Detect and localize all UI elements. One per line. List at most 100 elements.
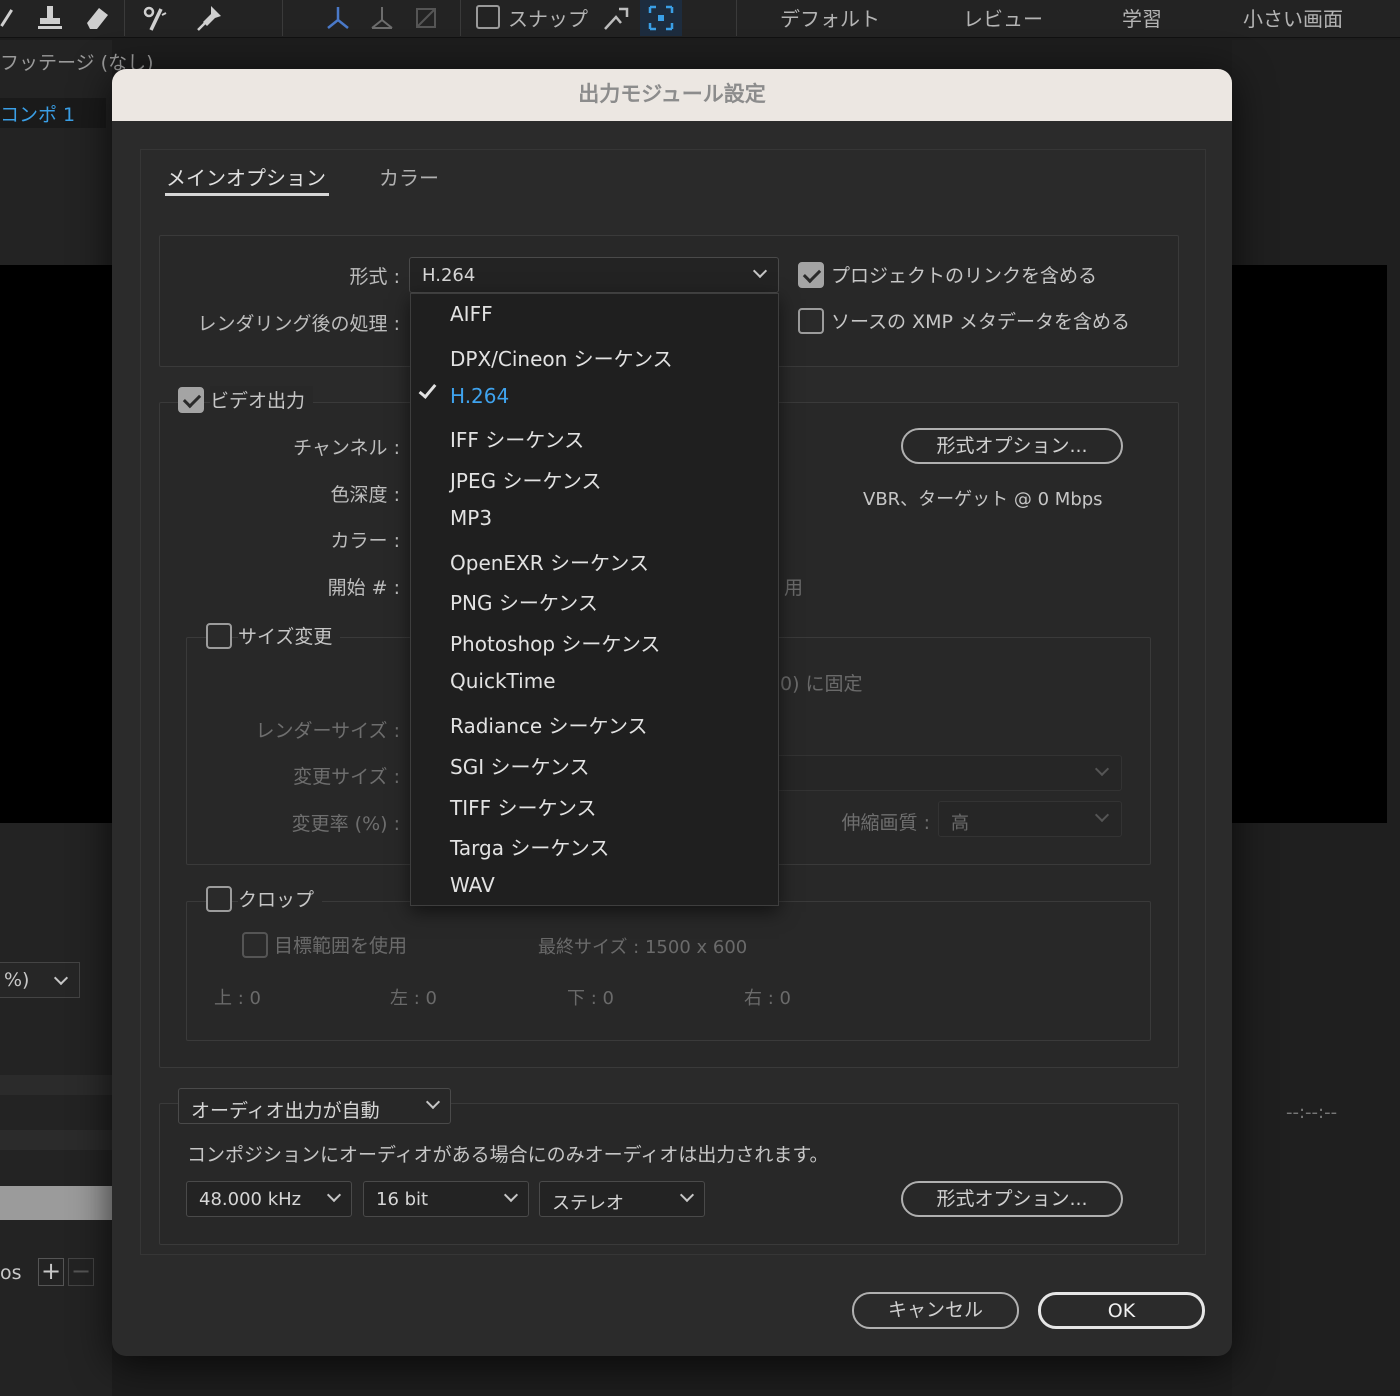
- format-option-radiance[interactable]: Radiance シーケンス: [411, 702, 778, 742]
- zoom-value: %): [4, 969, 30, 991]
- format-option-dpx-cineon[interactable]: DPX/Cineon シーケンス: [411, 335, 778, 375]
- chevron-down-icon: [53, 970, 69, 986]
- video-format-options-button[interactable]: 形式オプション...: [901, 428, 1123, 464]
- audio-output-group: [159, 1103, 1179, 1245]
- format-option-sgi[interactable]: SGI シーケンス: [411, 743, 778, 783]
- resize-label: サイズ変更: [238, 622, 341, 649]
- remove-button[interactable]: −: [68, 1258, 94, 1286]
- color-label: カラー :: [330, 530, 400, 552]
- format-dropdown[interactable]: H.264: [409, 257, 779, 293]
- cancel-button[interactable]: キャンセル: [852, 1292, 1019, 1329]
- world-axis-icon[interactable]: [362, 0, 402, 36]
- start-frame-label: 開始 # :: [327, 577, 400, 599]
- resize-quality-label: 伸縮画質 :: [841, 812, 930, 834]
- use-region-of-interest-label: 目標範囲を使用: [274, 935, 408, 957]
- format-option-wav[interactable]: WAV: [411, 865, 778, 905]
- format-dropdown-menu: AIFF DPX/Cineon シーケンス H.264 IFF シーケンス JP…: [410, 293, 779, 906]
- tab-main-options[interactable]: メインオプション: [166, 162, 326, 191]
- format-option-photoshop[interactable]: Photoshop シーケンス: [411, 620, 778, 660]
- format-option-quicktime[interactable]: QuickTime: [411, 661, 778, 701]
- comp-tab[interactable]: コンポ 1: [0, 98, 106, 128]
- sample-rate-value: 48.000 kHz: [199, 1189, 302, 1210]
- resize-quality-value: 高: [951, 813, 969, 834]
- start-frame-hint: 用: [784, 577, 804, 599]
- format-option-aiff[interactable]: AIFF: [411, 294, 778, 334]
- crop-checkbox[interactable]: [206, 886, 232, 912]
- ok-button[interactable]: OK: [1038, 1292, 1205, 1329]
- crop-top-field[interactable]: 上 : 0: [214, 984, 261, 1010]
- format-option-openexr[interactable]: OpenEXR シーケンス: [411, 539, 778, 579]
- include-xmp-checkbox[interactable]: [798, 308, 824, 334]
- zoom-dropdown[interactable]: %): [0, 962, 80, 998]
- audio-channels-dropdown[interactable]: ステレオ: [539, 1181, 705, 1217]
- workspace-review[interactable]: レビュー: [963, 3, 1043, 32]
- chevron-down-icon: [1094, 807, 1110, 823]
- crop-label: クロップ: [238, 885, 323, 912]
- workspace-default[interactable]: デフォルト: [780, 3, 880, 32]
- active-tab-indicator: [165, 193, 329, 196]
- chevron-down-icon: [1094, 761, 1110, 777]
- chevron-down-icon: [679, 1187, 695, 1203]
- format-option-tiff[interactable]: TIFF シーケンス: [411, 784, 778, 824]
- resize-percent-label: 変更率 (%) :: [291, 813, 400, 835]
- resize-quality-dropdown[interactable]: 高: [938, 801, 1122, 837]
- lock-aspect-label: 0) に固定: [780, 673, 863, 695]
- audio-output-mode-value: オーディオ出力が自動: [191, 1100, 380, 1122]
- workspace-learn[interactable]: 学習: [1122, 3, 1162, 32]
- clone-stamp-tool-icon[interactable]: [32, 0, 68, 36]
- roto-brush-tool-icon[interactable]: [134, 0, 174, 36]
- bit-depth-value: 16 bit: [376, 1189, 429, 1210]
- audio-channels-value: ステレオ: [552, 1193, 624, 1214]
- final-size-readout: 最終サイズ : 1500 x 600: [538, 937, 748, 958]
- checkmark-icon: [418, 380, 437, 399]
- eraser-tool-icon[interactable]: [78, 0, 114, 36]
- timeline-layer-bar: [0, 1186, 112, 1220]
- format-option-h264[interactable]: H.264: [411, 376, 778, 416]
- sample-rate-dropdown[interactable]: 48.000 kHz: [186, 1181, 352, 1217]
- video-output-checkbox[interactable]: [178, 387, 204, 413]
- resize-checkbox[interactable]: [206, 623, 232, 649]
- puppet-pin-tool-icon[interactable]: [190, 0, 230, 36]
- crop-left-field[interactable]: 左 : 0: [390, 984, 437, 1010]
- format-option-h264-label: H.264: [450, 384, 510, 408]
- depth-label: 色深度 :: [330, 484, 400, 506]
- post-render-action-label: レンダリング後の処理 :: [197, 313, 400, 335]
- crop-bottom-field[interactable]: 下 : 0: [567, 984, 614, 1010]
- format-option-mp3[interactable]: MP3: [411, 498, 778, 538]
- include-project-link-checkbox[interactable]: [798, 262, 824, 288]
- audio-output-mode-dropdown[interactable]: オーディオ出力が自動: [178, 1088, 451, 1124]
- comp-tab-label: コンポ 1: [0, 104, 76, 126]
- format-label: 形式 :: [349, 266, 400, 288]
- brush-tool-icon[interactable]: [0, 0, 22, 36]
- include-project-link-label: プロジェクトのリンクを含める: [831, 265, 1098, 287]
- format-option-targa[interactable]: Targa シーケンス: [411, 824, 778, 864]
- render-size-label: レンダーサイズ :: [255, 720, 401, 742]
- crop-group: [186, 901, 1151, 1041]
- use-region-of-interest-checkbox[interactable]: [242, 932, 268, 958]
- timeline-bar: [0, 1075, 112, 1095]
- tab-color[interactable]: カラー: [379, 162, 439, 191]
- channel-label: チャンネル :: [293, 437, 400, 459]
- snap-options-icon[interactable]: [600, 0, 632, 36]
- format-option-iff[interactable]: IFF シーケンス: [411, 416, 778, 456]
- format-option-jpeg[interactable]: JPEG シーケンス: [411, 457, 778, 497]
- snap-checkbox[interactable]: [476, 5, 500, 29]
- add-button[interactable]: +: [38, 1258, 64, 1286]
- video-output-label: ビデオ出力: [210, 386, 314, 413]
- audio-format-options-button[interactable]: 形式オプション...: [901, 1181, 1123, 1217]
- chevron-down-icon: [425, 1094, 441, 1110]
- crop-right-field[interactable]: 右 : 0: [744, 984, 791, 1010]
- bit-depth-dropdown[interactable]: 16 bit: [363, 1181, 529, 1217]
- timecode-readout: --:--:--: [1286, 1102, 1338, 1123]
- view-axis-icon[interactable]: [406, 0, 446, 36]
- include-xmp-label: ソースの XMP メタデータを含める: [831, 311, 1130, 333]
- snap-feature-icon[interactable]: [640, 0, 682, 36]
- viewer-left-area: [0, 265, 112, 823]
- app-toolbar: スナップ デフォルト レビュー 学習 小さい画面: [0, 0, 1400, 38]
- local-axis-icon[interactable]: [318, 0, 358, 36]
- format-value: H.264: [422, 265, 476, 286]
- snap-label: スナップ: [508, 7, 588, 31]
- workspace-small-screen[interactable]: 小さい画面: [1243, 3, 1343, 32]
- format-option-png[interactable]: PNG シーケンス: [411, 579, 778, 619]
- resize-preset-dropdown[interactable]: [776, 755, 1122, 791]
